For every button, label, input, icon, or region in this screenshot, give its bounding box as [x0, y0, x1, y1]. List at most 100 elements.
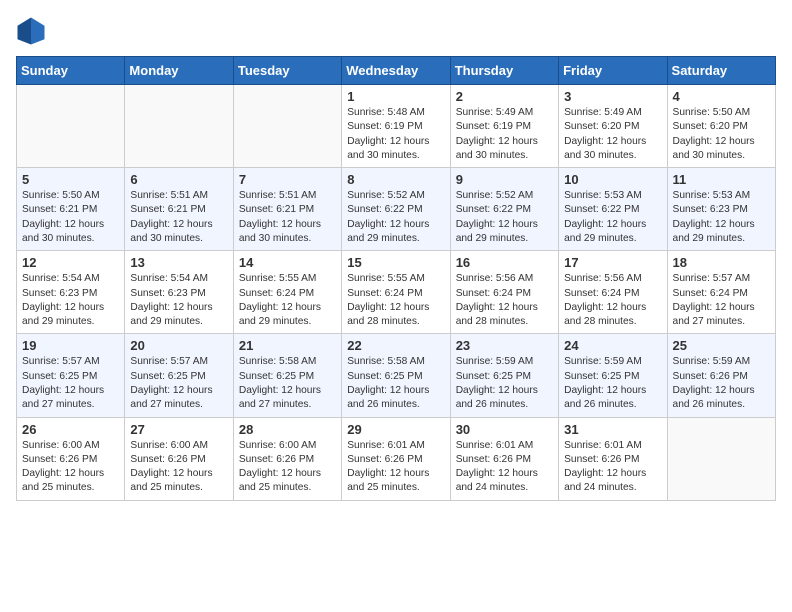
weekday-header: Tuesday: [233, 57, 341, 85]
day-number: 8: [347, 172, 444, 187]
calendar-cell: 20 Sunrise: 5:57 AM Sunset: 6:25 PM Dayli…: [125, 334, 233, 417]
day-number: 19: [22, 338, 119, 353]
calendar-cell: 10 Sunrise: 5:53 AM Sunset: 6:22 PM Dayli…: [559, 168, 667, 251]
day-info: Sunrise: 5:51 AM Sunset: 6:21 PM Dayligh…: [239, 189, 336, 246]
calendar-cell: 21 Sunrise: 5:58 AM Sunset: 6:25 PM Dayli…: [233, 334, 341, 417]
day-info: Sunrise: 5:56 AM Sunset: 6:24 PM Dayligh…: [564, 272, 661, 329]
day-info: Sunrise: 5:57 AM Sunset: 6:24 PM Dayligh…: [673, 272, 770, 329]
day-info: Sunrise: 5:52 AM Sunset: 6:22 PM Dayligh…: [347, 189, 444, 246]
calendar-cell: 2Sunrise: 5:49 AM Sunset: 6:19 PM Daylig…: [450, 85, 558, 168]
logo: [16, 16, 50, 46]
calendar-cell: 25Sunrise: 5:59 AM Sunset: 6:26 PM Dayli…: [667, 334, 775, 417]
calendar-cell: [667, 417, 775, 500]
day-info: Sunrise: 6:00 AM Sunset: 6:26 PM Dayligh…: [22, 439, 119, 496]
day-number: 5: [22, 172, 119, 187]
day-number: 7: [239, 172, 336, 187]
calendar-cell: 12 Sunrise: 5:54 AM Sunset: 6:23 PM Dayli…: [17, 251, 125, 334]
calendar-cell: 27 Sunrise: 6:00 AM Sunset: 6:26 PM Dayli…: [125, 417, 233, 500]
calendar-cell: 18 Sunrise: 5:57 AM Sunset: 6:24 PM Dayli…: [667, 251, 775, 334]
calendar-cell: 1 Sunrise: 5:48 AM Sunset: 6:19 PM Daylig…: [342, 85, 450, 168]
calendar-cell: 8 Sunrise: 5:52 AM Sunset: 6:22 PM Daylig…: [342, 168, 450, 251]
calendar-cell: 28Sunrise: 6:00 AM Sunset: 6:26 PM Dayli…: [233, 417, 341, 500]
day-info: Sunrise: 5:59 AM Sunset: 6:25 PM Dayligh…: [564, 355, 661, 412]
calendar-cell: 6 Sunrise: 5:51 AM Sunset: 6:21 PM Daylig…: [125, 168, 233, 251]
calendar-cell: 30 Sunrise: 6:01 AM Sunset: 6:26 PM Dayli…: [450, 417, 558, 500]
day-number: 11: [673, 172, 770, 187]
day-number: 24: [564, 338, 661, 353]
day-number: 10: [564, 172, 661, 187]
day-number: 17: [564, 255, 661, 270]
day-info: Sunrise: 5:54 AM Sunset: 6:23 PM Dayligh…: [130, 272, 227, 329]
day-number: 26: [22, 422, 119, 437]
day-number: 16: [456, 255, 553, 270]
calendar-cell: 4Sunrise: 5:50 AM Sunset: 6:20 PM Daylig…: [667, 85, 775, 168]
day-info: Sunrise: 5:57 AM Sunset: 6:25 PM Dayligh…: [22, 355, 119, 412]
calendar-cell: 29 Sunrise: 6:01 AM Sunset: 6:26 PM Dayli…: [342, 417, 450, 500]
day-info: Sunrise: 6:01 AM Sunset: 6:26 PM Dayligh…: [456, 439, 553, 496]
header-row: SundayMondayTuesdayWednesdayThursdayFrid…: [17, 57, 776, 85]
page-header: [16, 16, 776, 46]
weekday-header: Friday: [559, 57, 667, 85]
day-info: Sunrise: 5:59 AM Sunset: 6:26 PM Dayligh…: [673, 355, 770, 412]
calendar-cell: 23 Sunrise: 5:59 AM Sunset: 6:25 PM Dayli…: [450, 334, 558, 417]
calendar: SundayMondayTuesdayWednesdayThursdayFrid…: [16, 56, 776, 501]
day-info: Sunrise: 6:00 AM Sunset: 6:26 PM Dayligh…: [130, 439, 227, 496]
day-info: Sunrise: 5:49 AM Sunset: 6:20 PM Dayligh…: [564, 106, 661, 163]
calendar-cell: 22 Sunrise: 5:58 AM Sunset: 6:25 PM Dayli…: [342, 334, 450, 417]
weekday-header: Saturday: [667, 57, 775, 85]
day-number: 29: [347, 422, 444, 437]
day-number: 20: [130, 338, 227, 353]
calendar-cell: [125, 85, 233, 168]
calendar-cell: 16 Sunrise: 5:56 AM Sunset: 6:24 PM Dayli…: [450, 251, 558, 334]
weekday-header: Monday: [125, 57, 233, 85]
day-number: 4: [673, 89, 770, 104]
day-info: Sunrise: 6:01 AM Sunset: 6:26 PM Dayligh…: [347, 439, 444, 496]
weekday-header: Thursday: [450, 57, 558, 85]
calendar-cell: 17 Sunrise: 5:56 AM Sunset: 6:24 PM Dayli…: [559, 251, 667, 334]
day-number: 21: [239, 338, 336, 353]
calendar-cell: 19 Sunrise: 5:57 AM Sunset: 6:25 PM Dayli…: [17, 334, 125, 417]
day-number: 6: [130, 172, 227, 187]
day-info: Sunrise: 5:51 AM Sunset: 6:21 PM Dayligh…: [130, 189, 227, 246]
calendar-cell: [17, 85, 125, 168]
day-number: 14: [239, 255, 336, 270]
day-number: 9: [456, 172, 553, 187]
day-number: 13: [130, 255, 227, 270]
day-number: 15: [347, 255, 444, 270]
calendar-cell: 13 Sunrise: 5:54 AM Sunset: 6:23 PM Dayli…: [125, 251, 233, 334]
calendar-week-row: 1 Sunrise: 5:48 AM Sunset: 6:19 PM Daylig…: [17, 85, 776, 168]
calendar-cell: 9 Sunrise: 5:52 AM Sunset: 6:22 PM Daylig…: [450, 168, 558, 251]
day-info: Sunrise: 5:59 AM Sunset: 6:25 PM Dayligh…: [456, 355, 553, 412]
day-info: Sunrise: 5:56 AM Sunset: 6:24 PM Dayligh…: [456, 272, 553, 329]
day-number: 12: [22, 255, 119, 270]
calendar-week-row: 26 Sunrise: 6:00 AM Sunset: 6:26 PM Dayli…: [17, 417, 776, 500]
day-info: Sunrise: 5:58 AM Sunset: 6:25 PM Dayligh…: [239, 355, 336, 412]
day-info: Sunrise: 5:53 AM Sunset: 6:23 PM Dayligh…: [673, 189, 770, 246]
day-number: 30: [456, 422, 553, 437]
day-info: Sunrise: 5:54 AM Sunset: 6:23 PM Dayligh…: [22, 272, 119, 329]
day-number: 27: [130, 422, 227, 437]
calendar-cell: 15 Sunrise: 5:55 AM Sunset: 6:24 PM Dayli…: [342, 251, 450, 334]
weekday-header: Wednesday: [342, 57, 450, 85]
calendar-cell: 3Sunrise: 5:49 AM Sunset: 6:20 PM Daylig…: [559, 85, 667, 168]
day-info: Sunrise: 5:55 AM Sunset: 6:24 PM Dayligh…: [347, 272, 444, 329]
weekday-header: Sunday: [17, 57, 125, 85]
day-number: 23: [456, 338, 553, 353]
day-info: Sunrise: 5:57 AM Sunset: 6:25 PM Dayligh…: [130, 355, 227, 412]
calendar-week-row: 5Sunrise: 5:50 AM Sunset: 6:21 PM Daylig…: [17, 168, 776, 251]
calendar-cell: 31 Sunrise: 6:01 AM Sunset: 6:26 PM Dayli…: [559, 417, 667, 500]
day-number: 28: [239, 422, 336, 437]
day-number: 18: [673, 255, 770, 270]
day-info: Sunrise: 5:48 AM Sunset: 6:19 PM Dayligh…: [347, 106, 444, 163]
day-info: Sunrise: 5:53 AM Sunset: 6:22 PM Dayligh…: [564, 189, 661, 246]
calendar-cell: 26 Sunrise: 6:00 AM Sunset: 6:26 PM Dayli…: [17, 417, 125, 500]
day-number: 22: [347, 338, 444, 353]
day-info: Sunrise: 5:52 AM Sunset: 6:22 PM Dayligh…: [456, 189, 553, 246]
day-number: 1: [347, 89, 444, 104]
day-number: 31: [564, 422, 661, 437]
calendar-cell: 11 Sunrise: 5:53 AM Sunset: 6:23 PM Dayli…: [667, 168, 775, 251]
logo-icon: [16, 16, 46, 46]
day-info: Sunrise: 5:58 AM Sunset: 6:25 PM Dayligh…: [347, 355, 444, 412]
calendar-cell: 24 Sunrise: 5:59 AM Sunset: 6:25 PM Dayli…: [559, 334, 667, 417]
day-info: Sunrise: 6:01 AM Sunset: 6:26 PM Dayligh…: [564, 439, 661, 496]
